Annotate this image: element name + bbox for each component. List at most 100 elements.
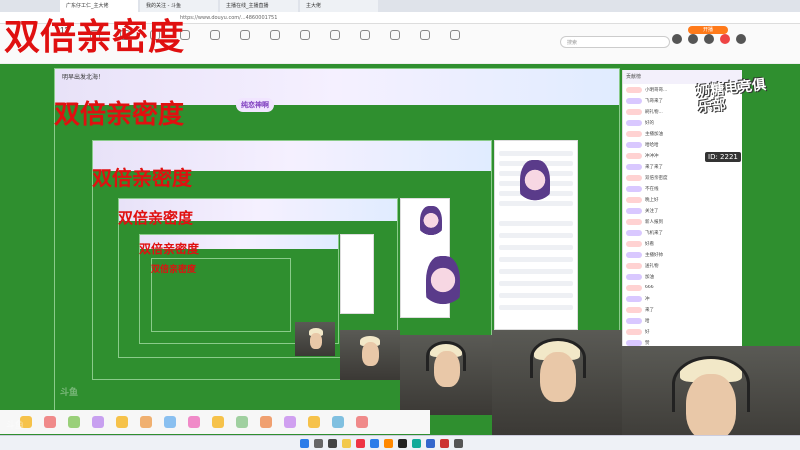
browser-tab[interactable]: 主播在线_主播直播 <box>220 0 298 12</box>
chat-message: 666 <box>623 282 742 293</box>
gift-icon[interactable] <box>356 416 368 428</box>
fan-badge <box>626 328 642 335</box>
chat-text: 主播加油 <box>645 131 663 137</box>
search-icon[interactable] <box>314 439 323 448</box>
message-icon[interactable] <box>720 34 730 44</box>
webcam-nested-xl <box>492 330 622 435</box>
app-icon[interactable] <box>412 439 421 448</box>
fan-badge <box>626 273 642 280</box>
category-icon <box>210 30 220 40</box>
chat-message: 好 <box>623 326 742 337</box>
chat-line <box>499 257 573 262</box>
app-icon[interactable] <box>440 439 449 448</box>
browser-icon[interactable] <box>370 439 379 448</box>
gift-icon[interactable] <box>212 416 224 428</box>
gift-icon[interactable] <box>44 416 56 428</box>
webcam-nested-medium <box>340 330 400 380</box>
nav-item[interactable] <box>210 30 220 40</box>
fan-badge <box>626 130 642 137</box>
chat-line <box>499 233 573 238</box>
nav-item[interactable] <box>240 30 250 40</box>
chat-text: 666 <box>645 285 654 290</box>
app-icon[interactable] <box>454 439 463 448</box>
chat-text: 好看 <box>645 241 654 247</box>
chat-text: 赞 <box>645 340 650 346</box>
fan-badge <box>626 108 642 115</box>
fan-badge <box>626 207 642 214</box>
chat-line <box>499 293 573 298</box>
chat-message: 送礼物 <box>623 260 742 271</box>
follow-icon[interactable] <box>688 34 698 44</box>
chat-text: 哈 <box>645 318 650 324</box>
club-logo-text: 奶糖电竞俱乐部 <box>695 76 767 117</box>
fan-badge <box>626 141 642 148</box>
chat-text: 飞机来了 <box>645 230 663 236</box>
gift-bar <box>0 410 430 434</box>
nav-item[interactable] <box>420 30 430 40</box>
nav-item[interactable] <box>450 30 460 40</box>
chat-text: 来了来了 <box>645 164 663 170</box>
nav-item[interactable] <box>270 30 280 40</box>
nav-item[interactable] <box>300 30 310 40</box>
gift-icon[interactable] <box>68 416 80 428</box>
app-icon[interactable] <box>384 439 393 448</box>
app-icon[interactable] <box>426 439 435 448</box>
chat-text: 来了 <box>645 307 654 313</box>
avatar[interactable] <box>736 34 746 44</box>
category-icon <box>270 30 280 40</box>
search-input[interactable]: 搜索 <box>560 36 670 48</box>
stream-title: 明早出发北海！ <box>62 74 105 81</box>
gift-icon[interactable] <box>92 416 104 428</box>
anchor-pill: 纯恋神啊 <box>236 98 274 112</box>
gift-icon[interactable] <box>188 416 200 428</box>
browser-tab[interactable]: 主大佬 <box>300 0 378 12</box>
chat-message: 主播好帅 <box>623 249 742 260</box>
fan-badge <box>626 185 642 192</box>
chat-text: 晚上好 <box>645 197 659 203</box>
overlay-caption: 双倍亲密度 <box>92 166 192 190</box>
category-icon <box>330 30 340 40</box>
gift-icon[interactable] <box>260 416 272 428</box>
fan-badge <box>626 339 642 346</box>
category-icon <box>300 30 310 40</box>
fan-badge <box>626 97 642 104</box>
gift-icon[interactable] <box>308 416 320 428</box>
history-icon[interactable] <box>672 34 682 44</box>
chat-message: 关注了 <box>623 205 742 216</box>
chat-message: 来了来了 <box>623 161 742 172</box>
nav-item[interactable] <box>330 30 340 40</box>
fan-badge <box>626 295 642 302</box>
header-icons <box>672 34 746 44</box>
chat-message: 不在线 <box>623 183 742 194</box>
chat-text: 飞哥来了 <box>645 98 663 104</box>
download-icon[interactable] <box>704 34 714 44</box>
chat-message: 加油 <box>623 271 742 282</box>
gift-icon[interactable] <box>164 416 176 428</box>
category-icon <box>390 30 400 40</box>
chat-text: 不在线 <box>645 186 659 192</box>
taskview-icon[interactable] <box>328 439 337 448</box>
gift-icon[interactable] <box>140 416 152 428</box>
gift-icon[interactable] <box>332 416 344 428</box>
gift-icon[interactable] <box>236 416 248 428</box>
nested-chat-panel-3 <box>340 234 374 314</box>
chat-text: 新人报到 <box>645 219 663 225</box>
webcam-nested-small <box>295 322 335 356</box>
folder-icon[interactable] <box>342 439 351 448</box>
watermark: 斗鱼 <box>60 388 79 398</box>
app-icon[interactable] <box>356 439 365 448</box>
nav-item[interactable] <box>390 30 400 40</box>
start-icon[interactable] <box>300 439 309 448</box>
chat-text: 冲冲冲 <box>645 153 659 159</box>
app-icon[interactable] <box>398 439 407 448</box>
screen: 广东仔工仁_主大佬 我的关注 - 斗鱼 主播在线_主播直播 主大佬 https:… <box>0 0 800 450</box>
chat-line <box>499 305 573 310</box>
chat-message: 晚上好 <box>623 194 742 205</box>
gift-icon[interactable] <box>284 416 296 428</box>
go-live-button[interactable]: 开播 <box>688 26 728 34</box>
nav-item[interactable] <box>360 30 370 40</box>
chat-message: 主播加油 <box>623 128 742 139</box>
gift-icon[interactable] <box>116 416 128 428</box>
chat-message: 来了 <box>623 304 742 315</box>
chat-text: 刷礼物... <box>645 109 663 115</box>
